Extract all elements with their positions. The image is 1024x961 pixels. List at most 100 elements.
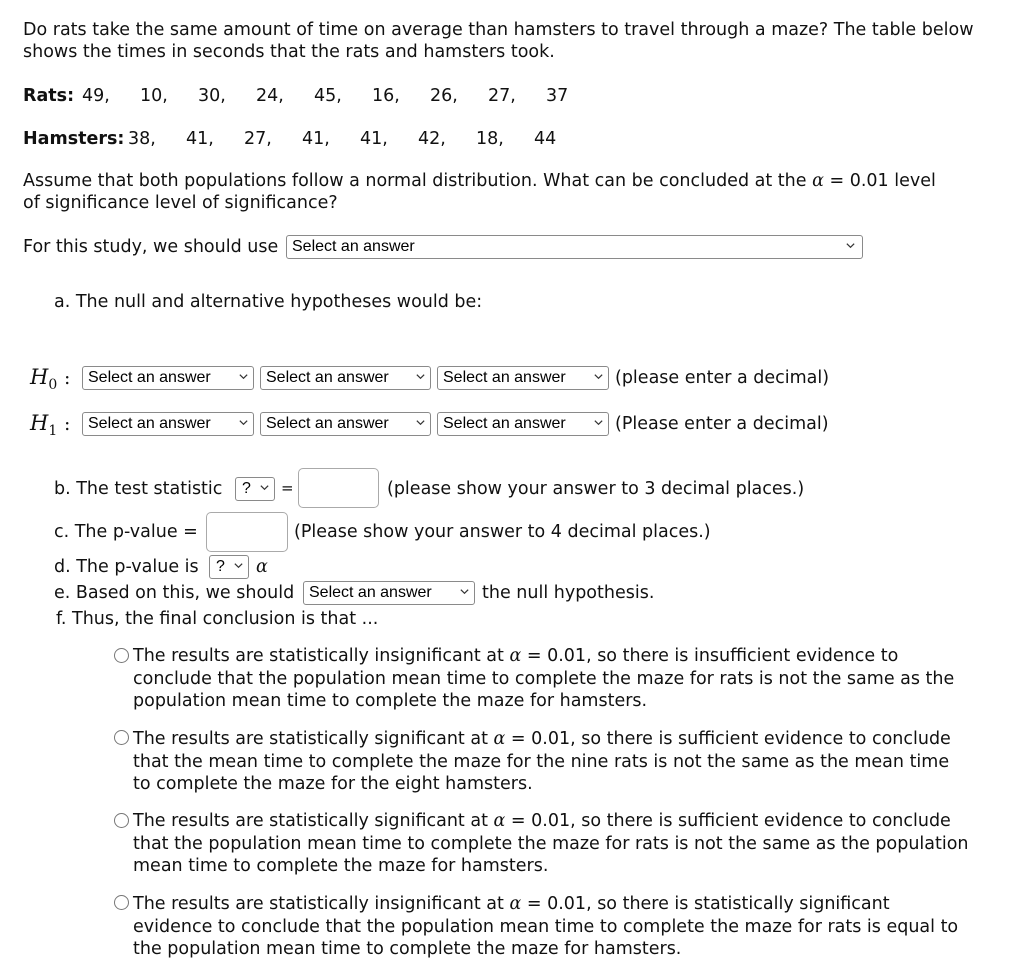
- chevron-down-icon: [415, 417, 426, 428]
- study-type-select-value: Select an answer: [292, 238, 415, 255]
- option-text: The results are statistically insignific…: [133, 894, 504, 914]
- rats-value: 27,: [488, 86, 516, 106]
- h0-subscript: 0: [48, 377, 58, 394]
- alpha-symbol: α: [509, 646, 522, 666]
- option-text: mean time to complete the maze for hamst…: [133, 856, 549, 876]
- alpha-symbol: α: [493, 729, 506, 749]
- option-text: to complete the maze for the eight hamst…: [133, 774, 533, 794]
- part-a-label: a. The null and alternative hypotheses w…: [54, 292, 483, 312]
- conclusion-radio[interactable]: [114, 648, 129, 663]
- study-type-select[interactable]: Select an answer: [286, 235, 863, 259]
- rats-value: 10,: [140, 86, 168, 106]
- part-e-label: e. Based on this, we should: [54, 583, 295, 603]
- hamsters-value: 41,: [186, 129, 214, 149]
- test-statistic-type-select-value: ?: [242, 480, 251, 497]
- h1-operator-select[interactable]: Select an answer: [260, 412, 431, 436]
- h0-parameter-select[interactable]: Select an answer: [82, 366, 254, 390]
- option-text: population mean time to complete the maz…: [133, 691, 648, 711]
- h0-symbol: H: [30, 365, 49, 389]
- assumption-level: = 0.01 level: [829, 171, 936, 191]
- chevron-down-icon: [238, 371, 249, 382]
- rats-value: 24,: [256, 86, 284, 106]
- conclusion-option-text: The results are statistically insignific…: [133, 893, 993, 961]
- option-text: that the mean time to complete the maze …: [133, 751, 950, 772]
- assumption-text: Assume that both populations follow a no…: [23, 171, 807, 191]
- rats-value: 49,: [82, 86, 110, 106]
- test-statistic-input[interactable]: [298, 468, 379, 508]
- rats-value: 30,: [198, 86, 226, 106]
- option-text: = 0.01, so there is statistically signif…: [526, 894, 890, 914]
- h0-operator-select-value: Select an answer: [266, 369, 389, 386]
- h0-operator-select[interactable]: Select an answer: [260, 366, 431, 390]
- option-text: the population mean time to complete the…: [133, 939, 682, 959]
- option-text: that the population mean time to complet…: [133, 833, 969, 854]
- question-intro-line2: shows the times in seconds that the rats…: [23, 42, 555, 62]
- hamsters-label: Hamsters:: [23, 129, 125, 149]
- chevron-down-icon: [259, 482, 270, 493]
- rats-value: 37: [546, 86, 569, 106]
- part-c-label: c. The p-value =: [54, 522, 198, 542]
- h1-label: H1 :: [30, 411, 70, 439]
- option-text: = 0.01, so there is insufficient evidenc…: [526, 646, 899, 666]
- assumption-line2: of significance level of significance?: [23, 193, 338, 213]
- hamsters-value: 42,: [418, 129, 446, 149]
- part-d-label: d. The p-value is: [54, 557, 199, 577]
- p-value-input[interactable]: [206, 512, 288, 552]
- p-value-hint: (Please show your answer to 4 decimal pl…: [294, 522, 711, 542]
- chevron-down-icon: [845, 240, 856, 251]
- chevron-down-icon: [415, 371, 426, 382]
- h1-operator-select-value: Select an answer: [266, 415, 389, 432]
- hamsters-value: 27,: [244, 129, 272, 149]
- option-text: The results are statistically significan…: [133, 729, 488, 749]
- chevron-down-icon: [238, 417, 249, 428]
- option-text: = 0.01, so there is sufficient evidence …: [510, 811, 951, 831]
- hamsters-value: 41,: [302, 129, 330, 149]
- assumption-line1: Assume that both populations follow a no…: [23, 170, 936, 192]
- conclusion-option-text: The results are statistically insignific…: [133, 645, 993, 713]
- study-label: For this study, we should use: [23, 237, 279, 257]
- h1-symbol: H: [30, 411, 49, 435]
- alpha-symbol: α: [812, 171, 824, 191]
- option-text: The results are statistically insignific…: [133, 646, 504, 666]
- test-statistic-hint: (please show your answer to 3 decimal pl…: [387, 479, 805, 499]
- h0-value-select[interactable]: Select an answer: [437, 366, 609, 390]
- option-text: conclude that the population mean time t…: [133, 668, 955, 689]
- p-value-comparison-select[interactable]: ?: [209, 555, 249, 579]
- chevron-down-icon: [593, 371, 604, 382]
- option-text: = 0.01, so there is sufficient evidence …: [510, 729, 951, 749]
- h0-colon: :: [63, 367, 71, 389]
- h0-hint: (please enter a decimal): [615, 368, 830, 388]
- h1-hint: (Please enter a decimal): [615, 414, 829, 434]
- equals-sign: =: [281, 479, 294, 497]
- h1-parameter-select[interactable]: Select an answer: [82, 412, 254, 436]
- chevron-down-icon: [459, 586, 470, 597]
- h0-value-select-value: Select an answer: [443, 369, 566, 386]
- conclusion-option-text: The results are statistically significan…: [133, 810, 993, 878]
- rats-value: 45,: [314, 86, 342, 106]
- conclusion-radio[interactable]: [114, 813, 129, 828]
- h1-value-select-value: Select an answer: [443, 415, 566, 432]
- h1-parameter-select-value: Select an answer: [88, 415, 211, 432]
- conclusion-radio[interactable]: [114, 895, 129, 910]
- conclusion-radio[interactable]: [114, 730, 129, 745]
- hamsters-value: 44: [534, 129, 557, 149]
- rats-label: Rats:: [23, 86, 75, 106]
- option-text: The results are statistically significan…: [133, 811, 488, 831]
- test-statistic-type-select[interactable]: ?: [235, 477, 275, 501]
- decision-select-value: Select an answer: [309, 584, 432, 601]
- decision-select[interactable]: Select an answer: [303, 581, 475, 605]
- alpha-symbol: α: [509, 894, 522, 914]
- h1-subscript: 1: [48, 423, 58, 440]
- chevron-down-icon: [233, 560, 244, 571]
- hamsters-value: 18,: [476, 129, 504, 149]
- option-text: evidence to conclude that the population…: [133, 916, 959, 937]
- hamsters-value: 38,: [128, 129, 156, 149]
- decision-suffix: the null hypothesis.: [482, 583, 655, 603]
- alpha-symbol: α: [256, 557, 268, 577]
- hamsters-value: 41,: [360, 129, 388, 149]
- rats-value: 26,: [430, 86, 458, 106]
- question-intro-line1: Do rats take the same amount of time on …: [23, 20, 974, 40]
- h1-value-select[interactable]: Select an answer: [437, 412, 609, 436]
- conclusion-option-text: The results are statistically significan…: [133, 728, 993, 796]
- h0-parameter-select-value: Select an answer: [88, 369, 211, 386]
